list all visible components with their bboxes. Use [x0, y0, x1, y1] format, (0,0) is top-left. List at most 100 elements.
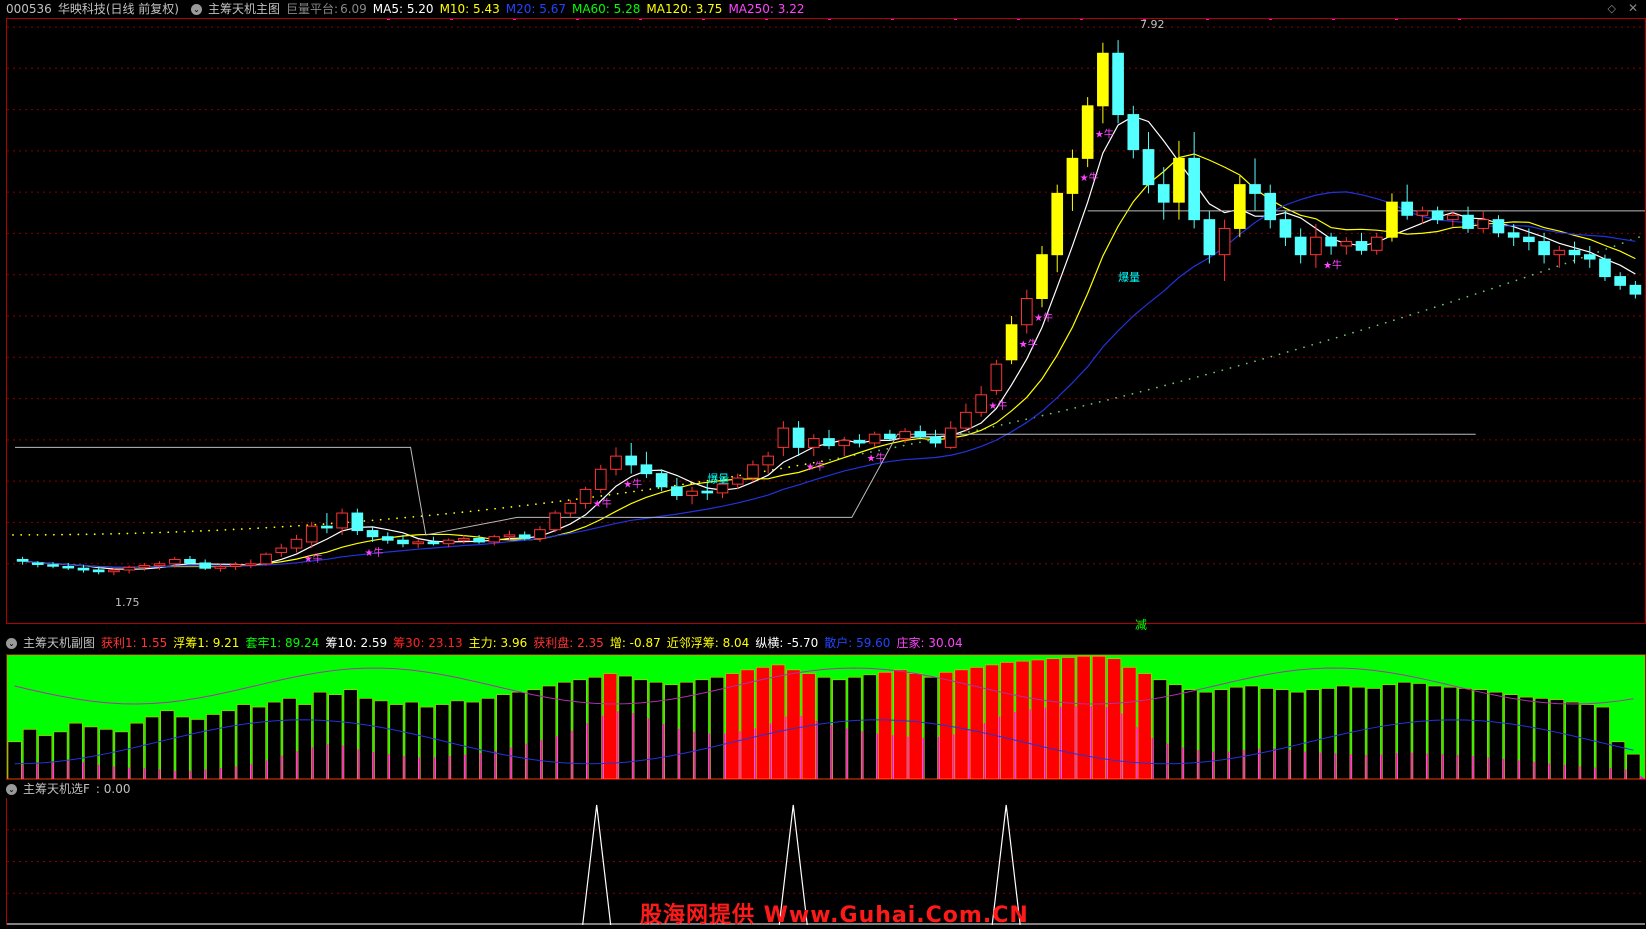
chip-bar	[145, 716, 160, 779]
candle-body	[579, 488, 592, 504]
ma5-line	[22, 115, 1636, 570]
candle-body	[123, 566, 135, 571]
candle-body	[488, 536, 501, 543]
sub-indicator-name[interactable]: 主筹天机副图	[23, 634, 95, 652]
trend-dot	[1401, 316, 1403, 319]
candle-body	[1127, 114, 1140, 151]
trend-dot	[1123, 394, 1126, 397]
trend-dot	[1409, 314, 1412, 316]
chip-bar	[389, 704, 404, 779]
trend-dot	[1343, 334, 1346, 337]
trend-dot	[968, 431, 970, 433]
chip-bar	[1412, 683, 1427, 779]
candle-body	[1386, 201, 1398, 238]
main-candlestick-chart[interactable]: ★牛★牛★牛★牛★牛★牛★牛★牛★牛★牛★牛★牛爆量爆量	[7, 19, 1645, 623]
trend-dot	[1515, 279, 1518, 282]
select-indicator-name[interactable]: 主筹天机选F	[23, 780, 90, 798]
top-dot	[1017, 19, 1020, 20]
trend-dot	[1115, 397, 1117, 399]
trend-dot	[20, 534, 23, 536]
chip-bar	[221, 710, 236, 779]
trend-dot	[1352, 331, 1354, 334]
stock-code: 000536	[6, 2, 52, 16]
candle-body	[1233, 184, 1246, 229]
chip-bar	[1443, 686, 1458, 779]
candle-body	[762, 455, 774, 466]
candle-body	[1142, 149, 1155, 186]
diamond-icon[interactable]: ◇	[1608, 2, 1616, 15]
candle-body	[716, 483, 729, 494]
candle-body	[108, 569, 120, 573]
trend-dot	[878, 449, 881, 452]
trend-dot	[1090, 403, 1093, 405]
indicator-toggle-icon[interactable]: ⌄	[191, 3, 202, 15]
chip-bar	[542, 685, 557, 779]
sub-chip-chart[interactable]	[7, 655, 1645, 779]
trend-dot	[919, 441, 921, 444]
candle-body	[260, 553, 272, 565]
trend-dot	[1499, 284, 1501, 287]
candle-body	[245, 563, 257, 566]
low-price-label: 1.75	[115, 596, 140, 609]
top-dot	[1080, 19, 1083, 20]
candle-body	[336, 512, 348, 529]
trend-dot	[85, 533, 88, 536]
trend-dot	[379, 518, 382, 521]
chip-bar	[53, 731, 68, 779]
candle-body	[290, 538, 303, 549]
ma-readout: MA5: 5.20 M10: 5.43 M20: 5.67 MA60: 5.28 MA1…	[373, 0, 811, 18]
candle-body	[1477, 219, 1490, 229]
candle-body	[564, 502, 577, 514]
candle-body	[1097, 52, 1109, 107]
candle-body	[503, 534, 516, 538]
trend-dot	[1147, 388, 1150, 391]
trend-dot	[796, 464, 799, 467]
chip-bar	[160, 710, 175, 779]
chip-bar	[450, 700, 465, 779]
trend-dot	[551, 501, 554, 504]
chip-bar	[22, 729, 37, 779]
chip-bar	[404, 701, 419, 779]
trend-dot	[412, 515, 415, 518]
chip-bar	[465, 701, 480, 779]
chip-bar	[1504, 694, 1519, 779]
main-indicator-name[interactable]: 主筹天机主图	[208, 0, 280, 18]
chip-bar	[68, 722, 83, 779]
chip-bar	[649, 681, 663, 779]
main-chart-pane[interactable]: ★牛 ★牛 ★牛 ★牛 ★牛 ★牛 ★牛 ★牛 ★牛 ★牛 ★牛 ★牛 爆量 爆量	[6, 18, 1646, 624]
candle-body	[655, 473, 668, 488]
candle-body	[838, 439, 851, 447]
chip-bar	[267, 701, 282, 779]
trend-dot	[1017, 420, 1019, 423]
sub-toggle-icon[interactable]: ⌄	[6, 637, 17, 649]
candle-body	[1279, 219, 1292, 238]
chip-bar	[755, 667, 770, 779]
sub-chart-pane[interactable]	[6, 654, 1646, 780]
trend-dot	[461, 511, 464, 514]
chip-bar	[343, 689, 358, 779]
star-marker: ★牛	[1095, 127, 1114, 140]
trend-dot	[240, 528, 243, 530]
trend-dot	[1131, 392, 1134, 395]
trend-dot	[257, 527, 260, 530]
trend-dot	[101, 533, 104, 535]
chip-bar	[1183, 689, 1198, 779]
candle-body	[1203, 219, 1216, 256]
trend-dot	[12, 534, 14, 536]
candle-body	[47, 564, 59, 567]
sub-item-8: 近邻浮筹: 8.04	[666, 636, 750, 650]
sub-item-0: 获利1: 1.55	[101, 636, 168, 650]
stock-name: 华映科技(日线 前复权)	[57, 2, 179, 16]
ma-item-2: M20: 5.67	[505, 2, 566, 16]
candle-body	[458, 537, 470, 541]
trend-dot	[1621, 242, 1624, 245]
chip-bar	[908, 673, 923, 779]
chip-bar	[175, 716, 190, 779]
trend-dot	[445, 512, 447, 515]
select-toggle-icon[interactable]: ⌄	[6, 783, 17, 795]
top-dot	[639, 19, 642, 20]
candle-body	[31, 562, 44, 565]
close-icon[interactable]: ✕	[1628, 1, 1638, 15]
top-dot	[513, 19, 516, 20]
candle-body	[1188, 157, 1200, 221]
